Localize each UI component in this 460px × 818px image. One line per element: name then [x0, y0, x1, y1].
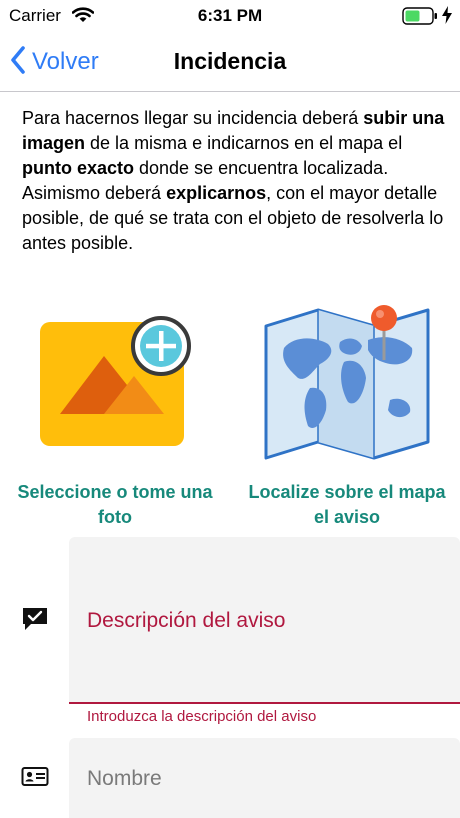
select-photo-button[interactable]	[30, 312, 200, 452]
status-time: 6:31 PM	[197, 6, 263, 25]
locate-on-map-label[interactable]: Localize sobre el mapa el aviso	[244, 480, 450, 530]
name-placeholder: Nombre	[87, 767, 162, 790]
page-title: Incidencia	[173, 48, 287, 74]
charging-bolt-icon	[442, 6, 452, 29]
description-helper-text: Introduzca la descripción del aviso	[87, 708, 317, 725]
description-placeholder: Descripción del aviso	[87, 609, 286, 632]
comment-check-icon	[21, 605, 49, 638]
instructions-text: Para hacernos llegar su incidencia deber…	[22, 108, 445, 253]
status-bar: Carrier 6:31 PM	[0, 0, 460, 32]
battery-icon	[402, 7, 438, 30]
navigation-bar: Volver Incidencia	[0, 32, 460, 92]
add-image-icon	[30, 316, 200, 456]
name-field[interactable]: Nombre	[69, 738, 460, 818]
locate-on-map-button[interactable]	[262, 300, 434, 466]
select-photo-label[interactable]: Seleccione o tome una foto	[12, 480, 218, 530]
id-card-icon	[21, 766, 49, 793]
map-pin-icon	[262, 305, 434, 470]
description-field[interactable]: Descripción del aviso	[69, 537, 460, 704]
